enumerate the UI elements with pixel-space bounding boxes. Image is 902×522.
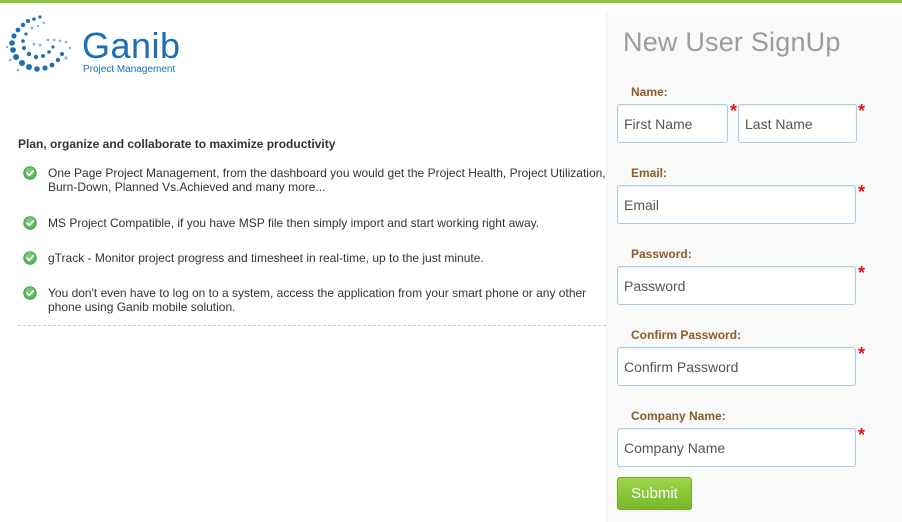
signup-form: New User SignUp Name: * * Email: * Passw… — [606, 13, 902, 522]
last-name-input[interactable] — [738, 104, 857, 143]
email-label: Email: — [631, 166, 668, 180]
top-accent-bar — [0, 0, 902, 3]
feature-item: gTrack - Monitor project progress and ti… — [18, 251, 606, 265]
check-circle-icon — [23, 216, 37, 230]
signup-title: New User SignUp — [623, 27, 841, 57]
submit-button[interactable]: Submit — [617, 477, 692, 510]
ganib-logo[interactable]: Ganib Project Management — [4, 14, 194, 78]
check-circle-icon — [23, 166, 37, 180]
password-input[interactable] — [617, 266, 856, 305]
required-marker: * — [730, 101, 738, 121]
confirm-password-label: Confirm Password: — [631, 328, 742, 342]
feature-item: You don't even have to log on to a syste… — [18, 286, 606, 314]
check-circle-icon — [23, 251, 37, 265]
logo-swirl-icon — [5, 15, 72, 72]
email-input[interactable] — [617, 185, 856, 224]
required-marker: * — [858, 344, 866, 364]
first-name-input[interactable] — [617, 104, 728, 143]
feature-item: One Page Project Management, from the da… — [18, 166, 606, 194]
required-marker: * — [858, 101, 866, 121]
company-name-label: Company Name: — [631, 409, 726, 423]
required-marker: * — [858, 263, 866, 283]
company-name-input[interactable] — [617, 428, 856, 467]
feature-list: One Page Project Management, from the da… — [18, 166, 606, 336]
feature-text: One Page Project Management, from the da… — [48, 166, 606, 194]
brand-name: Ganib — [82, 25, 181, 66]
tagline: Plan, organize and collaborate to maximi… — [18, 137, 336, 151]
required-marker: * — [858, 182, 866, 202]
feature-text: You don't even have to log on to a syste… — [48, 286, 587, 314]
name-label: Name: — [631, 85, 668, 99]
required-marker: * — [858, 425, 866, 445]
confirm-password-input[interactable] — [617, 347, 856, 386]
section-divider — [18, 325, 606, 326]
password-label: Password: — [631, 247, 692, 261]
check-circle-icon — [23, 286, 37, 300]
feature-text: gTrack - Monitor project progress and ti… — [48, 251, 484, 265]
feature-item: MS Project Compatible, if you have MSP f… — [18, 216, 606, 230]
brand-subtitle: Project Management — [83, 64, 176, 75]
feature-text: MS Project Compatible, if you have MSP f… — [48, 216, 540, 230]
